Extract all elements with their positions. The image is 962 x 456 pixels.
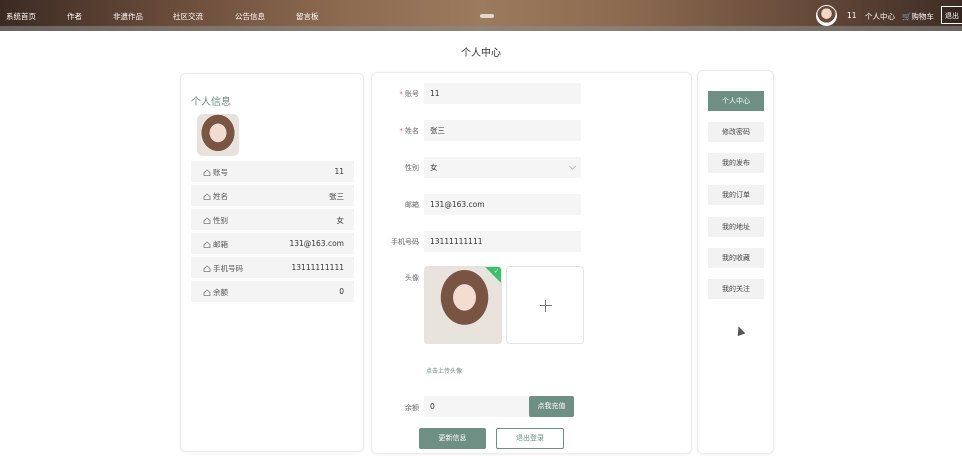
menu-my-favorites[interactable]: 我的收藏	[708, 248, 764, 268]
info-row-balance: 余额 0	[191, 281, 354, 302]
home-icon	[203, 289, 211, 296]
nav-authors[interactable]: 作者	[67, 11, 82, 22]
menu-my-follows[interactable]: 我的关注	[708, 279, 764, 299]
email-label: 邮箱	[405, 201, 419, 209]
email-field[interactable]: 131@163.com	[424, 194, 581, 215]
info-label: 手机号码	[213, 264, 243, 273]
avatar-label: 头像	[405, 274, 419, 282]
info-row-phone: 手机号码 13111111111	[191, 257, 354, 278]
info-label: 邮箱	[213, 240, 228, 249]
top-logout-button[interactable]: 退出	[941, 6, 962, 24]
profile-info-panel: 个人信息 账号 11 姓名 张三 性别 女 邮箱 131@163.com 手机号…	[180, 73, 364, 452]
nav-announcements[interactable]: 公告信息	[235, 11, 265, 22]
phone-label: 手机号码	[391, 238, 419, 246]
home-icon	[203, 193, 211, 200]
info-value: 131@163.com	[289, 239, 344, 248]
account-label: * 账号	[399, 90, 420, 98]
update-info-button[interactable]: 更新信息	[419, 428, 486, 449]
info-label: 性别	[213, 216, 228, 225]
nav-personal-center[interactable]: 个人中心	[865, 11, 895, 22]
info-row-account: 账号 11	[191, 161, 354, 182]
info-value: 13111111111	[291, 263, 345, 272]
gender-select[interactable]: 女	[424, 157, 581, 178]
avatar-preview[interactable]: ✓	[424, 266, 502, 344]
info-value: 11	[334, 167, 344, 176]
info-value: 女	[336, 216, 345, 225]
home-icon	[203, 169, 211, 176]
check-icon: ✓	[493, 268, 499, 275]
info-value: 0	[339, 287, 344, 296]
top-nav-bar: 系统首页 作者 非遗作品 社区交流 公告信息 留言板 11 个人中心 🛒购物车 …	[0, 0, 962, 31]
menu-my-orders[interactable]: 我的订单	[708, 185, 764, 205]
plus-icon	[540, 305, 552, 306]
menu-personal-center[interactable]: 个人中心	[708, 91, 764, 111]
home-icon	[203, 217, 211, 224]
nav-cart[interactable]: 🛒购物车	[902, 11, 934, 22]
info-label: 姓名	[213, 192, 228, 201]
upload-hint: 点击上传头像	[426, 368, 463, 375]
nav-works[interactable]: 非遗作品	[113, 11, 143, 22]
info-row-email: 邮箱 131@163.com	[191, 233, 354, 254]
info-value: 张三	[329, 192, 344, 201]
info-row-name: 姓名 张三	[191, 185, 354, 206]
logout-button[interactable]: 退出登录	[496, 428, 564, 449]
menu-change-password[interactable]: 修改密码	[708, 122, 764, 142]
name-label: * 姓名	[399, 127, 420, 135]
nav-message-board[interactable]: 留言板	[296, 11, 319, 22]
info-label: 账号	[213, 168, 228, 177]
plus-icon	[545, 300, 546, 312]
menu-my-posts[interactable]: 我的发布	[708, 153, 764, 173]
info-row-gender: 性别 女	[191, 209, 354, 230]
info-label: 余额	[213, 288, 228, 297]
banner-indicator	[480, 14, 494, 18]
user-avatar[interactable]	[816, 5, 837, 26]
cart-label: 购物车	[911, 12, 934, 21]
username-label: 11	[847, 11, 857, 20]
gender-label: 性别	[405, 164, 419, 172]
account-field[interactable]: 11	[424, 83, 581, 104]
nav-community[interactable]: 社区交流	[173, 11, 203, 22]
chevron-down-icon	[568, 162, 577, 171]
phone-field[interactable]: 13111111111	[424, 231, 581, 252]
balance-field[interactable]: 0	[424, 396, 529, 417]
menu-my-address[interactable]: 我的地址	[708, 217, 764, 237]
balance-label: 余额	[405, 404, 419, 412]
home-icon	[203, 265, 211, 272]
avatar-upload-button[interactable]	[506, 266, 584, 344]
page-title: 个人中心	[461, 48, 501, 59]
profile-avatar	[197, 114, 239, 156]
gender-selected-value: 女	[430, 163, 438, 172]
cart-icon: 🛒	[902, 12, 912, 21]
profile-info-title: 个人信息	[191, 97, 231, 108]
home-icon	[203, 241, 211, 248]
name-field[interactable]: 张三	[424, 120, 581, 141]
nav-home[interactable]: 系统首页	[6, 11, 36, 22]
recharge-button[interactable]: 点我充值	[529, 396, 574, 417]
